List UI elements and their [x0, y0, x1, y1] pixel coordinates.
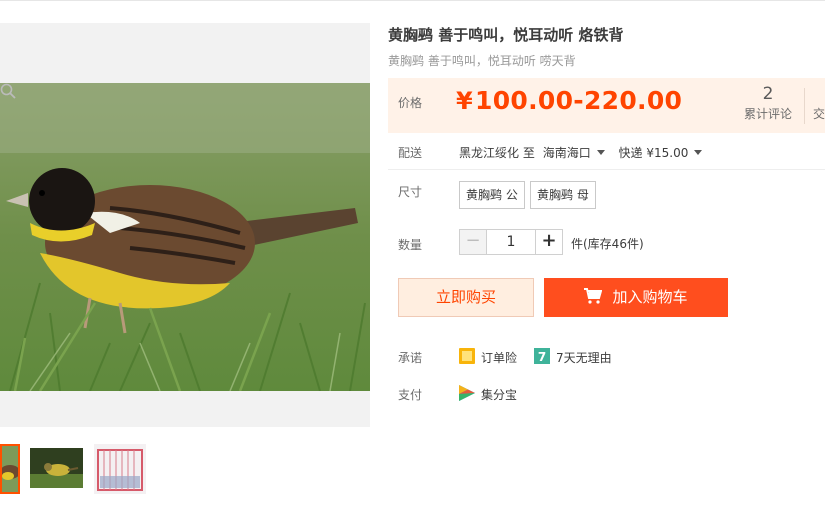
add-to-cart-button[interactable]: 加入购物车 [544, 278, 728, 317]
promise-seven-day-return[interactable]: 7天无理由 [556, 349, 612, 366]
bird-photo [0, 83, 370, 391]
price-label: 价格 [398, 96, 423, 110]
stat-divider [804, 88, 805, 124]
currency-symbol: ¥ [456, 87, 473, 115]
reviews-label: 累计评论 [744, 107, 793, 121]
shipping-from: 黑龙江绥化 [459, 146, 520, 160]
jifenbao-icon [459, 385, 475, 401]
size-option-female[interactable]: 黄胸鹀 母 [530, 181, 596, 209]
price-panel: 价格 ¥100.00-220.00 2 累计评论 交 [388, 78, 825, 133]
insurance-icon [459, 348, 475, 364]
shipping-to-word: 至 [522, 146, 535, 160]
shipping-info: 黑龙江绥化 至 海南海口 快递 ¥15.00 [459, 144, 708, 161]
destination-value: 海南海口 [542, 146, 591, 160]
promise-label: 承诺 [398, 351, 423, 365]
quantity-input[interactable]: 1 [486, 229, 536, 255]
quantity-label: 数量 [398, 238, 423, 252]
reviews-stat[interactable]: 2 累计评论 [744, 83, 792, 122]
shipping-method-value: 快递 ¥15.00 [618, 146, 689, 160]
quantity-decrease-button[interactable]: − [459, 229, 487, 255]
zoom-icon[interactable] [0, 83, 16, 99]
main-product-image[interactable] [0, 23, 370, 427]
thumbnail-1-selected[interactable] [0, 444, 20, 494]
buy-now-button[interactable]: 立即购买 [398, 278, 534, 317]
thumbnail-3[interactable] [94, 444, 146, 494]
caret-down-icon [596, 150, 605, 155]
promise-insurance[interactable]: 订单险 [481, 349, 517, 366]
reviews-count: 2 [762, 84, 774, 104]
payment-label: 支付 [398, 388, 423, 402]
size-option-male[interactable]: 黄胸鹀 公 [459, 181, 525, 209]
price-range: 100.00-220.00 [475, 86, 683, 115]
quantity-increase-button[interactable]: + [535, 229, 563, 255]
row-divider [388, 169, 825, 170]
seven-day-icon: 7 [534, 348, 550, 364]
top-divider [0, 0, 825, 1]
shipping-method-select[interactable]: 快递 ¥15.00 [619, 146, 709, 160]
destination-select[interactable]: 海南海口 [543, 146, 611, 160]
caret-down-icon [694, 150, 703, 155]
payment-method[interactable]: 集分宝 [481, 386, 517, 403]
product-subtitle: 黄胸鹀 善于鸣叫，悦耳动听 唠天背 [388, 54, 576, 68]
deals-stat[interactable]: 交 [813, 105, 825, 122]
deals-label: 交 [813, 107, 825, 121]
cart-icon [584, 288, 603, 304]
seven-day-badge-text: 7 [538, 350, 546, 364]
price-value: ¥100.00-220.00 [456, 86, 682, 115]
thumbnail-2[interactable] [30, 448, 83, 488]
size-label: 尺寸 [398, 185, 423, 199]
shipping-label: 配送 [398, 146, 423, 160]
product-title: 黄胸鹀 善于鸣叫，悦耳动听 烙铁背 [388, 26, 624, 44]
stock-info: 件(库存46件) [571, 237, 644, 251]
add-to-cart-label: 加入购物车 [612, 288, 688, 306]
